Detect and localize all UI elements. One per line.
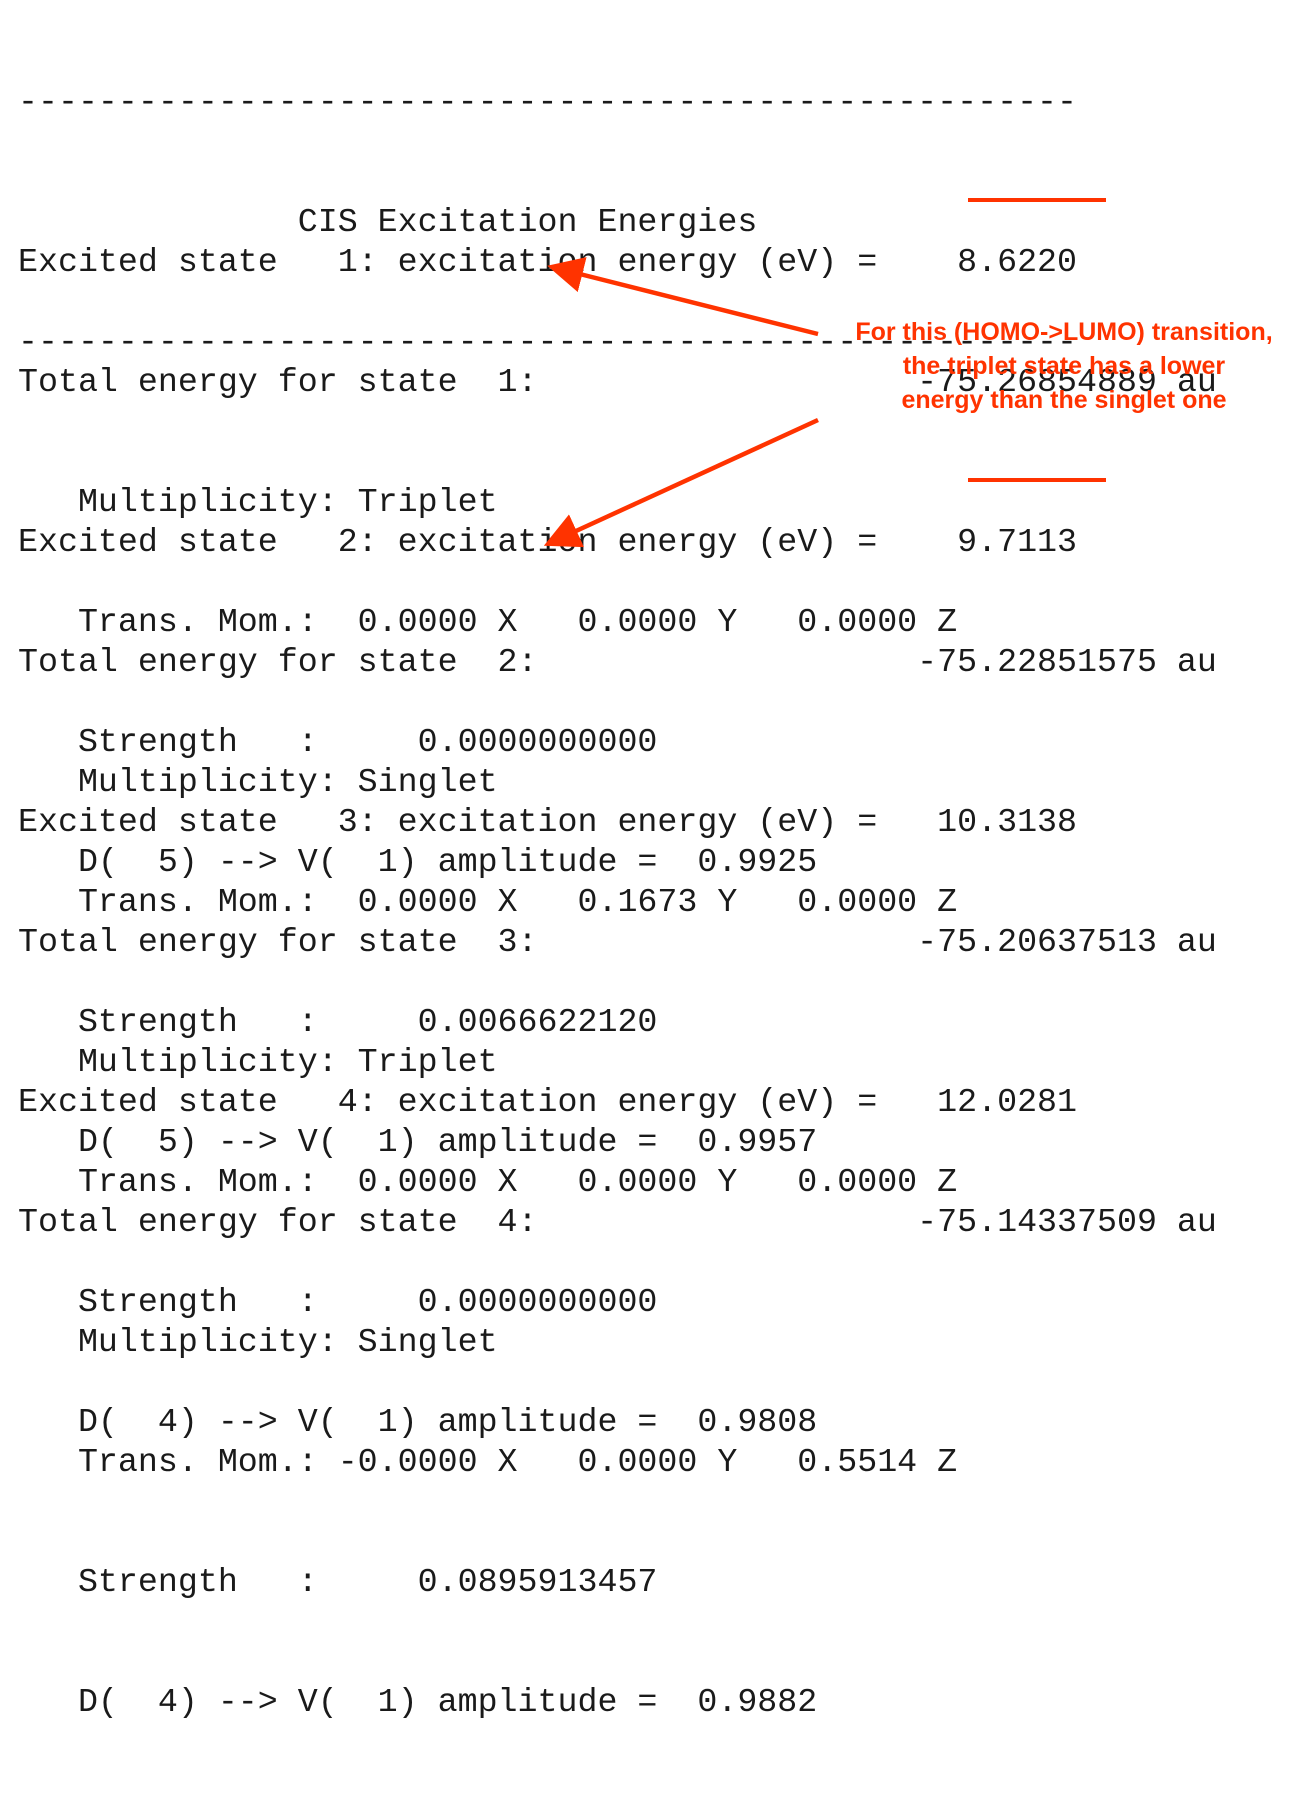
strength-line: Strength : 0.0895913457 xyxy=(18,1563,658,1601)
amplitude-line: D( 4) --> V( 1) amplitude = 0.9882 xyxy=(18,1683,818,1721)
annotation-line-1: For this (HOMO->LUMO) transition, xyxy=(855,318,1273,346)
header-rule-top: ----------------------------------------… xyxy=(18,83,1078,121)
excited-state-line: Excited state 4: excitation energy (eV) … xyxy=(18,1083,1078,1121)
annotation-note: For this (HOMO->LUMO) transition, the tr… xyxy=(826,315,1302,417)
excited-state-line: Excited state 3: excitation energy (eV) … xyxy=(18,803,1078,841)
multiplicity-line: Multiplicity: Singlet xyxy=(18,1323,498,1361)
excited-state-line: Excited state 1: excitation energy (eV) … xyxy=(18,243,1078,281)
total-energy-line: Total energy for state 2: -75.22851575 a… xyxy=(18,643,1217,681)
cis-output-page: ----------------------------------------… xyxy=(0,0,1308,1721)
total-energy-line: Total energy for state 4: -75.14337509 a… xyxy=(18,1203,1217,1241)
annotation-line-3: energy than the singlet one xyxy=(901,386,1227,414)
annotation-line-2: the triplet state has a lower xyxy=(902,352,1226,380)
trans-mom-line: Trans. Mom.: -0.0000 X 0.0000 Y 0.5514 Z xyxy=(18,1443,958,1481)
state-block-4: Excited state 4: excitation energy (eV) … xyxy=(18,1002,1217,1802)
total-energy-line: Total energy for state 3: -75.20637513 a… xyxy=(18,923,1217,961)
excited-state-line: Excited state 2: excitation energy (eV) … xyxy=(18,523,1078,561)
